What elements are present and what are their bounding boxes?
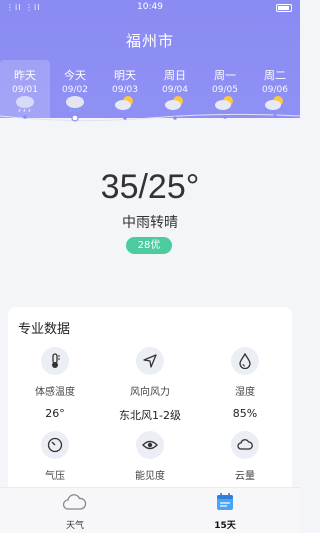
item-value: 东北风1-2级 [119, 409, 181, 422]
day-dot [23, 115, 27, 119]
thermometer-icon [41, 347, 69, 375]
item-value: 85% [232, 407, 258, 420]
item-label: 能见度 [135, 471, 165, 482]
day-dot [273, 114, 277, 118]
day-dot [173, 116, 177, 120]
visibility-item: 能见度 [103, 431, 197, 482]
cloud-icon [62, 494, 87, 510]
water-drop-icon [231, 347, 259, 375]
day-name: 周二 [264, 69, 286, 82]
status-bar: ⋮il ⋮il 10:49 [0, 0, 300, 16]
day-dot-selected [71, 114, 79, 122]
item-label: 湿度 [235, 387, 255, 398]
item-value: 26° [45, 407, 65, 420]
status-time: 10:49 [137, 2, 163, 12]
pressure-item: 气压 [8, 431, 102, 482]
item-label: 云量 [235, 471, 255, 482]
battery-icon [276, 4, 292, 12]
city-title[interactable]: 福州市 [0, 30, 300, 51]
day-name: 周日 [164, 69, 186, 82]
tab-weather[interactable]: 天气 [35, 492, 115, 531]
day-name: 昨天 [14, 69, 36, 82]
humidity-item: 湿度 85% [198, 347, 292, 420]
calendar-icon [217, 493, 233, 510]
gauge-icon [41, 431, 69, 459]
item-label: 风向风力 [130, 387, 170, 398]
weather-description: 中雨转晴 [122, 215, 178, 231]
temperature-curve [0, 113, 300, 144]
day-name: 明天 [114, 69, 136, 82]
day-name: 今天 [64, 69, 86, 82]
day-dot [223, 115, 227, 119]
navigation-arrow-icon [136, 347, 164, 375]
day-name: 周一 [214, 69, 236, 82]
item-label: 气压 [45, 471, 65, 482]
cloud-icon [231, 431, 259, 459]
aqi-badge[interactable]: 28优 [126, 237, 172, 254]
tab-label: 15天 [214, 521, 236, 531]
bottom-nav: 天气 15天 [0, 487, 300, 533]
temperature-range: 35/25° [100, 168, 200, 206]
professional-data-panel: 专业数据 体感温度 26° 风向风力 东北风1-2级 湿度 85% 气压 能见度… [8, 307, 292, 497]
curve-line [0, 113, 300, 122]
item-label: 体感温度 [35, 387, 75, 398]
cloud-cover-item: 云量 [198, 431, 292, 482]
panel-title: 专业数据 [18, 322, 71, 337]
tab-label: 天气 [65, 521, 84, 531]
tab-15-days[interactable]: 15天 [185, 492, 265, 531]
eye-icon [136, 431, 164, 459]
feels-like-item: 体感温度 26° [8, 347, 102, 420]
day-dot [123, 116, 127, 120]
wind-item: 风向风力 东北风1-2级 [103, 347, 197, 423]
